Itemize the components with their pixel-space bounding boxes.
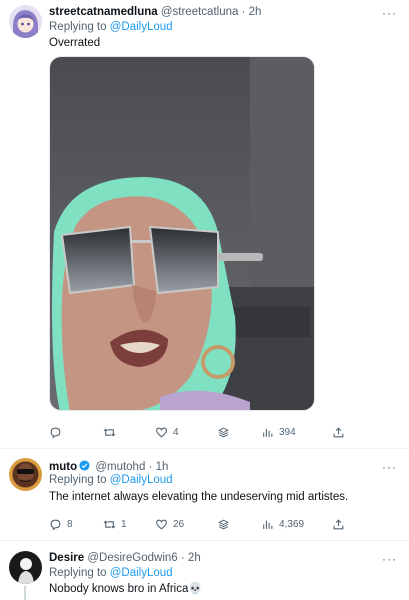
- tweet-text: Overrated: [49, 37, 101, 49]
- views-button[interactable]: 394: [261, 424, 296, 440]
- views-icon: [263, 428, 273, 437]
- replying-label: Replying to: [49, 21, 107, 33]
- more-options-icon[interactable]: ···: [382, 7, 397, 19]
- reply-count: 8: [67, 518, 73, 530]
- heart-icon: [156, 519, 167, 530]
- user-handle[interactable]: @DesireGodwin6: [87, 552, 177, 564]
- tweet-text: The internet always elevating the undese…: [49, 491, 349, 503]
- layers-icon: [218, 427, 229, 437]
- display-name[interactable]: streetcatnamedluna: [49, 6, 158, 18]
- replying-label: Replying to: [49, 567, 107, 579]
- share-button[interactable]: [332, 424, 345, 440]
- tweet-1[interactable]: streetcatnamedluna @streetcatluna · 2h ·…: [0, 0, 409, 446]
- retweet-icon: [103, 519, 116, 529]
- tweet-actions: 8 1 26 4,369: [49, 516, 349, 532]
- retweet-button[interactable]: 1: [103, 516, 127, 532]
- more-options-icon[interactable]: ···: [382, 553, 397, 565]
- verified-badge-icon: [79, 460, 90, 471]
- thread-line: [24, 586, 26, 600]
- reply-icon: [50, 427, 61, 438]
- views-icon: [263, 520, 273, 529]
- timestamp[interactable]: 1h: [156, 461, 169, 473]
- display-name[interactable]: muto: [49, 461, 77, 473]
- separator: ·: [180, 552, 185, 564]
- avatar[interactable]: [9, 458, 42, 491]
- retweet-button[interactable]: [103, 424, 121, 440]
- stack-button[interactable]: [217, 424, 230, 440]
- views-count: 394: [279, 426, 296, 438]
- reply-button[interactable]: [49, 424, 67, 440]
- reply-button[interactable]: 8: [49, 516, 73, 532]
- avatar[interactable]: [9, 5, 42, 38]
- replying-to-link[interactable]: @DailyLoud: [110, 21, 173, 33]
- retweet-icon: [103, 427, 116, 437]
- stack-button[interactable]: [217, 516, 230, 532]
- tweet-3[interactable]: Desire @DesireGodwin6 · 2h ··· Replying …: [0, 541, 409, 600]
- separator: ·: [148, 461, 153, 473]
- views-button[interactable]: 4,369: [261, 516, 304, 532]
- share-icon: [333, 518, 344, 529]
- tweet-photo[interactable]: [49, 56, 315, 411]
- replying-to-link[interactable]: @DailyLoud: [110, 567, 173, 579]
- heart-icon: [156, 427, 167, 438]
- timestamp[interactable]: 2h: [188, 552, 201, 564]
- replying-to: Replying to @DailyLoud: [49, 567, 173, 579]
- reply-icon: [50, 519, 61, 530]
- replying-to-link[interactable]: @DailyLoud: [110, 474, 173, 486]
- tweet-header: muto @mutohd · 1h: [49, 460, 379, 473]
- replying-to: Replying to @DailyLoud: [49, 474, 173, 486]
- like-button[interactable]: 26: [155, 516, 184, 532]
- more-options-icon[interactable]: ···: [382, 461, 397, 473]
- tweet-actions: 4 394: [49, 424, 349, 440]
- user-handle[interactable]: @mutohd: [95, 461, 145, 473]
- replying-to: Replying to @DailyLoud: [49, 21, 173, 33]
- like-button[interactable]: 4: [155, 424, 179, 440]
- display-name[interactable]: Desire: [49, 552, 84, 564]
- layers-icon: [218, 519, 229, 529]
- views-count: 4,369: [279, 518, 305, 530]
- tweet-header: Desire @DesireGodwin6 · 2h: [49, 552, 379, 564]
- tweet-header: streetcatnamedluna @streetcatluna · 2h: [49, 6, 379, 18]
- tweet-2[interactable]: muto @mutohd · 1h ··· Replying to @Daily…: [0, 449, 409, 537]
- share-icon: [333, 426, 344, 437]
- replying-label: Replying to: [49, 474, 107, 486]
- timestamp[interactable]: 2h: [249, 6, 262, 18]
- like-count: 4: [173, 426, 179, 438]
- retweet-count: 1: [121, 518, 127, 530]
- like-count: 26: [173, 518, 185, 530]
- avatar[interactable]: [9, 551, 42, 584]
- separator: ·: [241, 6, 246, 18]
- user-handle[interactable]: @streetcatluna: [161, 6, 239, 18]
- share-button[interactable]: [332, 516, 345, 532]
- tweet-text: Nobody knows bro in Africa💀: [49, 583, 203, 595]
